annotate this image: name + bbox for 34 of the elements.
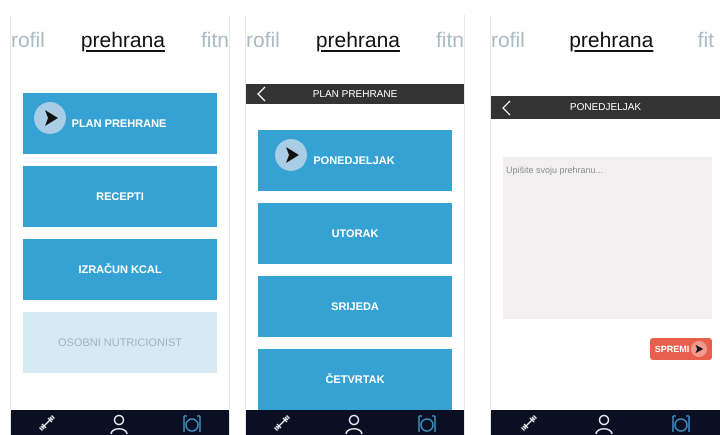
- screen-title: PONEDJELJAK: [568, 102, 642, 113]
- plate-icon[interactable]: [671, 414, 692, 434]
- plate-icon[interactable]: [417, 414, 437, 434]
- person-icon[interactable]: [110, 414, 128, 434]
- meal-input-field[interactable]: Upišite svoju prehranu...: [503, 157, 712, 319]
- section-tab[interactable]: rofil: [11, 29, 45, 53]
- screen-title: PLAN PREHRANE: [312, 88, 398, 100]
- touch-cursor-icon: [34, 102, 66, 134]
- section-tab[interactable]: rofil: [491, 29, 525, 53]
- section-tab[interactable]: fit: [698, 29, 714, 53]
- section-tab[interactable]: rofil: [246, 29, 280, 53]
- menu-tile[interactable]: ČETVRTAK: [258, 349, 452, 410]
- section-tab[interactable]: prehrana: [80, 29, 165, 53]
- save-button[interactable]: SPREMI: [650, 338, 712, 360]
- back-icon[interactable]: [501, 100, 511, 116]
- back-icon[interactable]: [256, 86, 266, 102]
- dumbbell-icon[interactable]: [38, 414, 56, 432]
- section-tab[interactable]: prehrana: [316, 29, 400, 53]
- section-tab[interactable]: fitn: [436, 29, 464, 53]
- menu-tile[interactable]: UTORAK: [258, 203, 452, 264]
- section-tab[interactable]: fitn: [200, 29, 229, 53]
- menu-tile[interactable]: PLAN PREHRANE: [23, 93, 217, 154]
- dumbbell-icon[interactable]: [520, 414, 538, 432]
- touch-cursor-icon: [275, 138, 308, 171]
- section-tab[interactable]: prehrana: [569, 29, 654, 53]
- menu-tile[interactable]: RECEPTI: [23, 166, 217, 227]
- menu-tile[interactable]: PONEDJELJAK: [258, 130, 452, 192]
- plate-icon[interactable]: [182, 414, 202, 434]
- menu-tile[interactable]: SRIJEDA: [258, 276, 452, 338]
- dumbbell-icon[interactable]: [273, 414, 291, 432]
- person-icon[interactable]: [345, 414, 363, 434]
- touch-indicator-icon: [691, 341, 708, 357]
- person-icon[interactable]: [595, 414, 614, 434]
- menu-tile[interactable]: IZRAČUN KCAL: [23, 239, 217, 300]
